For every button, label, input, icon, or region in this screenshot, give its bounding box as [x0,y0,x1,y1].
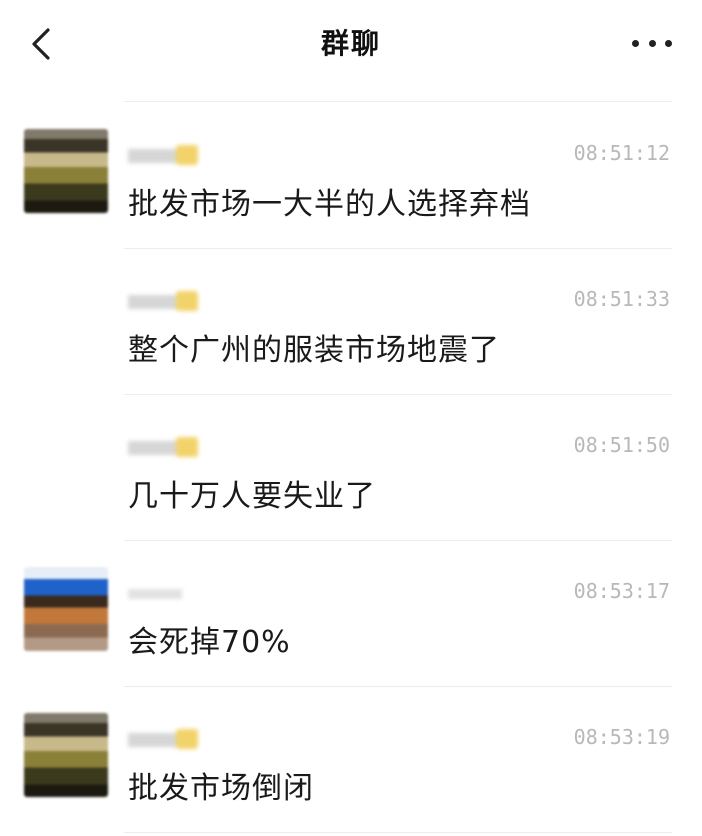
message-text[interactable]: 会死掉70% [128,617,291,661]
message-item: 08:53:17 会死掉70% [0,541,702,686]
more-dot [665,39,672,47]
divider [124,101,672,102]
sender-name-blurred[interactable] [128,289,204,313]
message-item: 08:51:33 整个广州的服装市场地震了 [0,249,702,394]
message-item: 08:53:19 批发市场倒闭 [0,687,702,832]
sender-name-blurred[interactable] [128,727,204,751]
message-timestamp: 08:51:50 [573,433,670,457]
sender-name-blurred[interactable] [128,435,204,459]
message-timestamp: 08:53:19 [573,725,670,749]
avatar[interactable] [24,567,108,651]
chat-header: 群聊 [0,0,702,86]
more-dot [632,39,639,47]
sender-name-blurred[interactable] [128,581,204,605]
message-timestamp: 08:51:12 [573,141,670,165]
message-text[interactable]: 批发市场一大半的人选择弃档 [128,179,531,223]
message-item: 08:51:12 批发市场一大半的人选择弃档 [0,103,702,248]
message-timestamp: 08:53:17 [573,579,670,603]
more-button[interactable] [632,30,672,56]
message-text[interactable]: 整个广州的服装市场地震了 [128,325,500,369]
divider [124,832,672,833]
page-title: 群聊 [320,27,381,60]
avatar[interactable] [24,129,108,213]
message-timestamp: 08:51:33 [573,287,670,311]
avatar[interactable] [24,713,108,797]
sender-name-blurred[interactable] [128,143,204,167]
message-text[interactable]: 几十万人要失业了 [128,471,376,515]
more-dot [648,39,656,47]
message-item: 08:51:50 几十万人要失业了 [0,395,702,540]
message-text[interactable]: 批发市场倒闭 [128,763,314,807]
